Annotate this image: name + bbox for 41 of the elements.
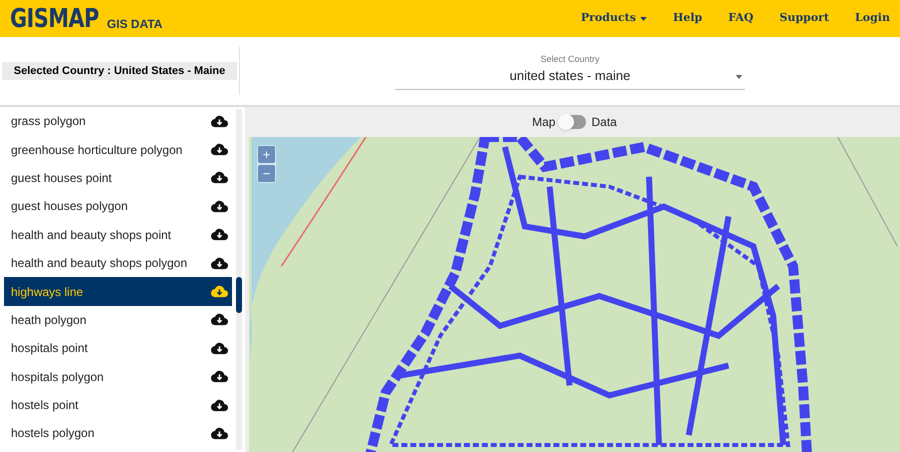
cloud-download-icon[interactable] — [211, 285, 228, 298]
layer-list-item[interactable]: guest houses polygon — [4, 192, 232, 221]
toggle-label: Data — [591, 114, 617, 131]
cloud-download-icon[interactable] — [211, 256, 228, 270]
nav-link[interactable]: Login — [855, 10, 890, 27]
layer-list-item[interactable]: hostels point — [4, 390, 232, 420]
cloud-download-icon[interactable] — [211, 398, 228, 412]
layer-list-item[interactable]: grass polygon — [4, 107, 232, 136]
layer-list-item[interactable]: guest houses point — [4, 164, 232, 192]
nav-link[interactable]: FAQ — [728, 10, 754, 27]
view-toggle-switch[interactable] — [560, 115, 586, 129]
nav-link[interactable]: Help — [672, 10, 702, 27]
caret-icon — [640, 16, 647, 20]
nav-link[interactable]: Products — [580, 10, 647, 27]
layer-list-item[interactable]: greenhouse horticulture polygon — [4, 135, 232, 164]
logo[interactable]: GISMAP — [10, 6, 99, 32]
cloud-download-icon[interactable] — [211, 426, 228, 440]
cloud-download-icon[interactable] — [211, 342, 228, 355]
cloud-download-icon[interactable] — [211, 200, 228, 213]
cloud-download-icon[interactable] — [211, 370, 228, 384]
cloud-download-icon[interactable] — [211, 313, 228, 326]
select-label: Select Country — [540, 52, 600, 66]
layer-list-item[interactable]: health and beauty shops point — [4, 220, 232, 249]
nav-link[interactable]: Support — [780, 10, 830, 27]
layer-list-item[interactable]: hospitals point — [4, 334, 232, 363]
layer-list-item[interactable]: hostels polygon — [4, 419, 232, 448]
selected-country-label: Selected Country : United States - Maine — [2, 62, 238, 80]
cloud-download-icon[interactable] — [211, 114, 228, 128]
layer-list-item[interactable]: health and beauty shops polygon — [4, 248, 232, 278]
logo-subtitle: GIS DATA — [106, 18, 162, 30]
caret-icon — [735, 74, 743, 78]
layer-list-item[interactable]: hospitals polygon — [4, 362, 232, 391]
select-value: united states - maine — [510, 67, 630, 85]
cloud-download-icon[interactable] — [211, 143, 228, 156]
scrollbar-thumb[interactable] — [236, 277, 242, 313]
toggle-label: Map — [532, 114, 556, 131]
layer-list-item[interactable]: heath polygon — [4, 306, 232, 334]
layer-list-item[interactable]: highways line — [4, 277, 232, 306]
cloud-download-icon[interactable] — [211, 228, 228, 242]
cloud-download-icon[interactable] — [211, 171, 228, 184]
country-select[interactable]: Select Country united states - maine — [395, 52, 745, 90]
